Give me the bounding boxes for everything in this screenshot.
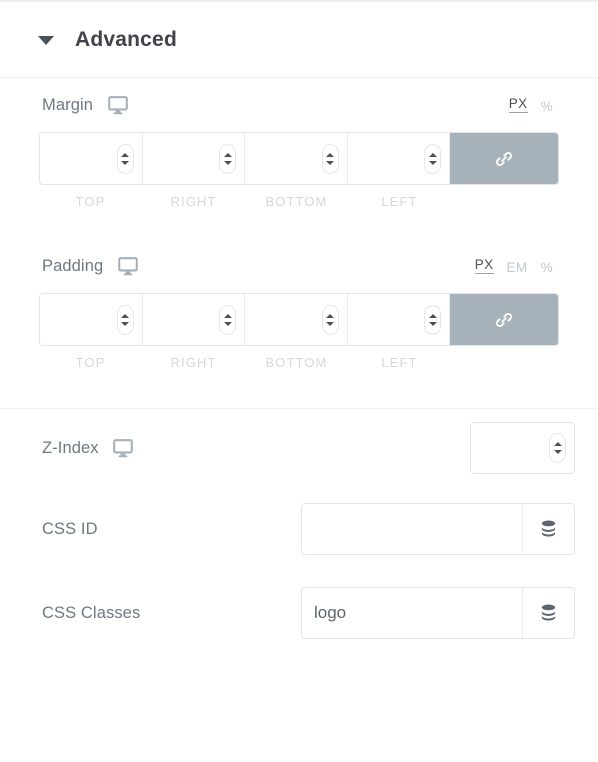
css-id-dynamic-tag-button[interactable]: [522, 504, 574, 554]
z-index-label-group: Z-Index: [42, 439, 133, 458]
margin-left-stepper[interactable]: [424, 143, 441, 174]
chevron-up-icon: [428, 313, 437, 318]
z-index-field: [470, 422, 575, 474]
padding-bottom-label: BOTTOM: [265, 355, 328, 370]
margin-header: Margin PX %: [23, 78, 575, 132]
chevron-down-icon: [223, 160, 232, 165]
margin-control: Margin PX % TOP RIGHT BOTTOM LEFT: [0, 78, 598, 209]
padding-unit-percent[interactable]: %: [541, 261, 553, 275]
padding-control: Padding PX EM % TOP RIGHT BOTTOM LEFT: [0, 239, 598, 370]
padding-right-cell[interactable]: [142, 294, 245, 345]
caret-down-icon: [38, 36, 54, 45]
padding-unit-switcher: PX EM %: [474, 258, 575, 275]
padding-top-cell[interactable]: [40, 294, 143, 345]
padding-dimensions: TOP RIGHT BOTTOM LEFT: [23, 293, 575, 370]
margin-right-label: RIGHT: [170, 194, 217, 209]
padding-top-label: TOP: [75, 355, 106, 370]
margin-top-cell[interactable]: [40, 133, 143, 184]
padding-bottom-cell[interactable]: [245, 294, 348, 345]
database-stack-icon: [541, 604, 556, 620]
padding-top-stepper[interactable]: [116, 304, 134, 335]
padding-unit-em[interactable]: EM: [507, 261, 528, 275]
margin-dimension-labels: TOP RIGHT BOTTOM LEFT: [39, 194, 559, 209]
chevron-up-icon: [428, 152, 437, 157]
link-chain-icon: [495, 151, 513, 166]
chevron-up-icon: [326, 313, 334, 318]
chevron-down-icon: [121, 160, 129, 165]
chevron-up-icon: [121, 152, 129, 157]
padding-label: Padding: [42, 256, 104, 275]
padding-dimension-labels: TOP RIGHT BOTTOM LEFT: [39, 355, 559, 370]
margin-link-values-button[interactable]: [450, 133, 558, 184]
desktop-monitor-icon[interactable]: [112, 438, 133, 458]
margin-right-cell[interactable]: [142, 133, 245, 184]
css-classes-label: CSS Classes: [42, 603, 141, 622]
margin-top-stepper[interactable]: [116, 143, 134, 174]
css-classes-input[interactable]: [302, 588, 522, 638]
margin-bottom-stepper[interactable]: [321, 143, 339, 174]
css-id-input[interactable]: [302, 504, 522, 554]
chevron-down-icon: [121, 321, 129, 326]
link-chain-icon: [495, 312, 513, 327]
css-classes-dynamic-tag-button[interactable]: [522, 588, 574, 638]
chevron-down-icon: [326, 321, 334, 326]
section-title: Advanced: [75, 27, 177, 51]
chevron-down-icon: [553, 450, 562, 454]
margin-right-stepper[interactable]: [219, 143, 236, 174]
z-index-stepper[interactable]: [549, 433, 566, 463]
margin-dimensions: TOP RIGHT BOTTOM LEFT: [23, 132, 575, 209]
z-index-label: Z-Index: [42, 438, 99, 457]
padding-link-values-button[interactable]: [450, 294, 558, 345]
padding-left-stepper[interactable]: [424, 304, 441, 335]
margin-unit-switcher: PX %: [508, 97, 575, 114]
chevron-up-icon: [223, 313, 232, 318]
chevron-down-icon: [428, 321, 437, 326]
advanced-settings-panel: Advanced Margin PX % TOP RIGHT BOTTOM LE…: [0, 0, 598, 762]
chevron-down-icon: [223, 321, 232, 326]
margin-left-label: LEFT: [381, 194, 418, 209]
padding-bottom-stepper[interactable]: [321, 304, 339, 335]
css-classes-field: [301, 587, 575, 639]
chevron-up-icon: [326, 152, 334, 157]
css-id-row: CSS ID: [0, 487, 598, 571]
margin-label: Margin: [42, 95, 94, 114]
padding-unit-px[interactable]: PX: [474, 258, 494, 275]
margin-bottom-label: BOTTOM: [265, 194, 328, 209]
padding-left-label: LEFT: [381, 355, 418, 370]
css-id-field: [301, 503, 575, 555]
margin-top-label: TOP: [75, 194, 106, 209]
padding-left-cell[interactable]: [347, 294, 450, 345]
margin-left-cell[interactable]: [347, 133, 450, 184]
chevron-up-icon: [553, 442, 562, 446]
z-index-row: Z-Index: [0, 409, 598, 487]
margin-unit-percent[interactable]: %: [541, 100, 553, 114]
desktop-monitor-icon[interactable]: [118, 256, 139, 276]
css-id-label: CSS ID: [42, 519, 98, 538]
padding-right-stepper[interactable]: [219, 304, 236, 335]
css-classes-row: CSS Classes: [0, 571, 598, 655]
chevron-down-icon: [326, 160, 334, 165]
desktop-monitor-icon[interactable]: [108, 95, 128, 115]
z-index-input-wrapper[interactable]: [470, 422, 575, 474]
chevron-down-icon: [428, 160, 437, 165]
chevron-up-icon: [223, 152, 232, 157]
chevron-up-icon: [121, 313, 129, 318]
margin-unit-px[interactable]: PX: [508, 97, 528, 114]
section-header-advanced[interactable]: Advanced: [0, 2, 598, 78]
padding-header: Padding PX EM %: [23, 239, 575, 293]
database-stack-icon: [541, 520, 556, 536]
padding-right-label: RIGHT: [170, 355, 217, 370]
margin-bottom-cell[interactable]: [245, 133, 348, 184]
